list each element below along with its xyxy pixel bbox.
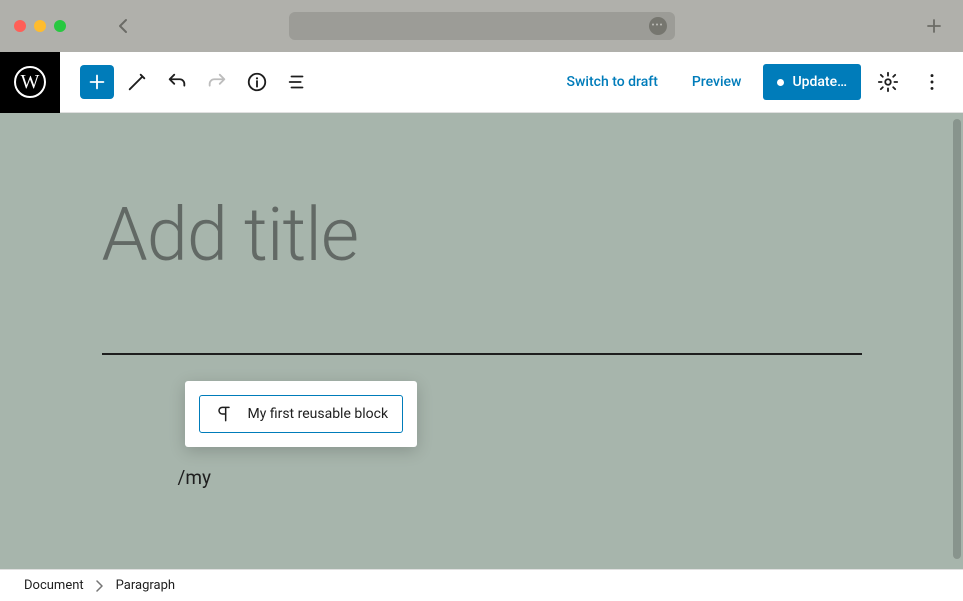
address-bar[interactable]: ••• bbox=[289, 12, 675, 40]
block-autocomplete-popover: My first reusable block bbox=[185, 381, 418, 447]
editor-canvas[interactable]: Add title My first reusable block /my bbox=[0, 113, 963, 569]
switch-to-draft-button[interactable]: Switch to draft bbox=[555, 66, 670, 98]
close-window-button[interactable] bbox=[14, 20, 26, 32]
update-button[interactable]: Update… bbox=[763, 64, 861, 100]
details-button[interactable] bbox=[240, 65, 274, 99]
paragraph-icon bbox=[214, 404, 234, 424]
redo-button[interactable] bbox=[200, 65, 234, 99]
editor-toolbar: W Switch to draft Preview Update… bbox=[0, 52, 963, 113]
settings-button[interactable] bbox=[871, 65, 905, 99]
maximize-window-button[interactable] bbox=[54, 20, 66, 32]
outline-button[interactable] bbox=[280, 65, 314, 99]
tools-button[interactable] bbox=[120, 65, 154, 99]
breadcrumb-root[interactable]: Document bbox=[24, 578, 84, 593]
address-menu-icon[interactable]: ••• bbox=[649, 17, 667, 35]
toolbar-left-group bbox=[80, 65, 314, 99]
update-button-label: Update… bbox=[792, 74, 847, 90]
toolbar-right-group: Switch to draft Preview Update… bbox=[555, 64, 949, 100]
minimize-window-button[interactable] bbox=[34, 20, 46, 32]
browser-back-button[interactable] bbox=[116, 18, 132, 34]
breadcrumb-arrow-icon bbox=[94, 580, 106, 592]
more-options-button[interactable] bbox=[915, 65, 949, 99]
new-tab-button[interactable] bbox=[925, 17, 943, 35]
breadcrumb: Document Paragraph bbox=[0, 569, 963, 601]
scrollbar[interactable] bbox=[953, 119, 961, 559]
add-block-button[interactable] bbox=[80, 65, 114, 99]
block-suggestion-label: My first reusable block bbox=[248, 406, 389, 422]
block-suggestion-item[interactable]: My first reusable block bbox=[199, 395, 404, 433]
undo-button[interactable] bbox=[160, 65, 194, 99]
wordpress-logo-icon: W bbox=[14, 66, 46, 98]
separator bbox=[102, 353, 862, 355]
wordpress-logo[interactable]: W bbox=[0, 52, 60, 113]
title-input[interactable]: Add title bbox=[102, 199, 862, 273]
canvas-inner: Add title My first reusable block /my bbox=[102, 113, 862, 355]
window-controls bbox=[14, 20, 66, 32]
status-dot-icon bbox=[777, 79, 784, 86]
preview-button[interactable]: Preview bbox=[680, 66, 754, 98]
breadcrumb-current[interactable]: Paragraph bbox=[116, 578, 175, 593]
paragraph-input[interactable]: /my bbox=[178, 466, 212, 489]
mac-titlebar: ••• bbox=[0, 0, 963, 52]
